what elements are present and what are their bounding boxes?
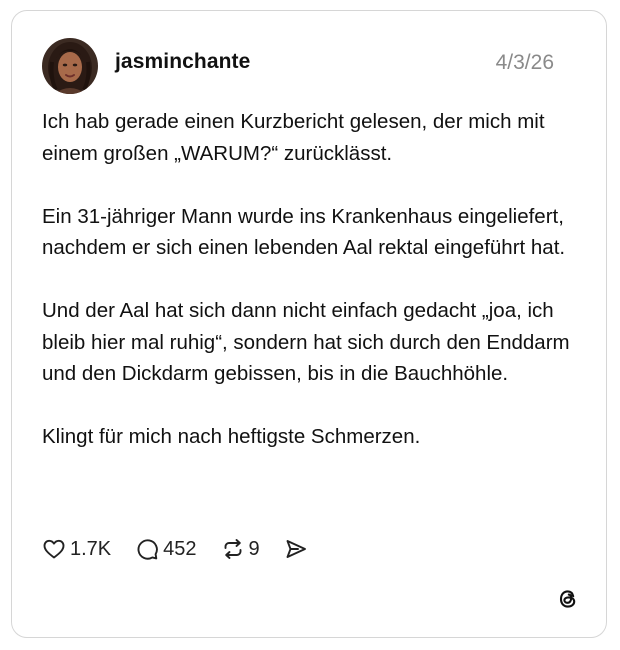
threads-logo-icon <box>559 590 576 608</box>
avatar-image <box>42 38 98 94</box>
threads-post-card: jasminchante 4/3/26 Ich hab gerade einen… <box>11 10 607 638</box>
avatar[interactable] <box>42 38 98 94</box>
repost-icon <box>224 539 241 559</box>
like-button[interactable]: 1.7K <box>42 537 111 561</box>
reply-button[interactable]: 452 <box>135 537 197 561</box>
post-paragraph: Und der Aal hat sich dann nicht einfach … <box>42 299 570 385</box>
post-paragraph: Ich hab gerade einen Kurzbericht gelesen… <box>42 110 545 165</box>
send-icon <box>286 540 306 558</box>
post-paragraph: Klingt für mich nach heftigste Schmerzen… <box>42 425 421 448</box>
post-paragraph: Ein 31-jähriger Mann wurde ins Krankenha… <box>42 204 566 260</box>
username[interactable]: jasminchante <box>115 50 250 74</box>
heart-icon <box>43 539 65 559</box>
like-count: 1.7K <box>70 537 112 560</box>
post-body: Ich hab gerade einen Kurzbericht gelesen… <box>42 106 587 453</box>
repost-button[interactable]: 9 <box>221 537 260 561</box>
reply-count: 452 <box>163 537 197 560</box>
share-button[interactable] <box>284 537 308 561</box>
post-date: 4/3/26 <box>495 51 554 74</box>
post-actions: 1.7K 452 9 <box>42 535 332 563</box>
comment-icon <box>137 539 158 560</box>
repost-count: 9 <box>248 537 260 560</box>
